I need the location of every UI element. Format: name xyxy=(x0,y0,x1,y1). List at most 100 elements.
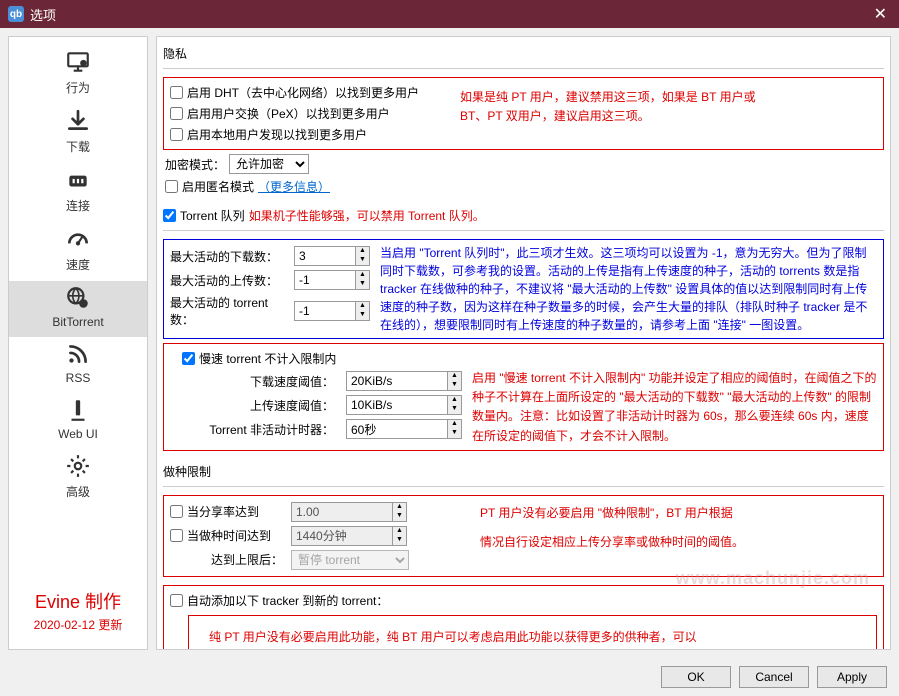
anon-more-link[interactable]: （更多信息） xyxy=(258,178,330,195)
sidebar-item-rss[interactable]: RSS xyxy=(9,337,147,393)
dl-thr-label: 下载速度阈值： xyxy=(200,373,342,390)
queue-tip: 如果机子性能够强，可以禁用 Torrent 队列。 xyxy=(249,207,485,224)
pex-label: 启用用户交换（PeX）以找到更多用户 xyxy=(187,105,390,122)
sidebar-label: 行为 xyxy=(66,81,90,95)
reach-select[interactable]: 暂停 torrent xyxy=(291,550,409,570)
queue-checkbox[interactable] xyxy=(163,209,176,222)
sidebar-item-webui[interactable]: Web UI xyxy=(9,393,147,449)
pex-checkbox[interactable] xyxy=(170,107,183,120)
up-thr-label: 上传速度阈值： xyxy=(200,397,342,414)
sidebar-label: RSS xyxy=(66,371,91,385)
sidebar-label: 高级 xyxy=(66,485,90,499)
queue-bluebox: 最大活动的下载数： ▲▼ 最大活动的上传数： ▲▼ 最大活动的 torrent … xyxy=(163,239,884,339)
rss-icon xyxy=(9,341,147,369)
slow-redbox: 慢速 torrent 不计入限制内 下载速度阈值： ▲▼ 上传速度阈值： ▲▼ … xyxy=(163,343,884,451)
spin-up-icon[interactable]: ▲ xyxy=(356,271,369,280)
spin-down-icon[interactable]: ▼ xyxy=(356,280,369,289)
tracker-redbox: 自动添加以下 tracker 到新的 torrent： 纯 PT 用户没有必要启… xyxy=(163,585,884,650)
slow-label: 慢速 torrent 不计入限制内 xyxy=(199,350,336,367)
anon-label: 启用匿名模式 xyxy=(182,178,254,195)
sidebar-item-speed[interactable]: 速度 xyxy=(9,222,147,281)
anon-checkbox[interactable] xyxy=(165,180,178,193)
monitor-icon xyxy=(9,49,147,77)
sidebar: 行为 下载 连接 速度 BitTorrent RSS xyxy=(8,36,148,650)
privacy-title: 隐私 xyxy=(163,43,884,64)
spin-down-icon[interactable]: ▼ xyxy=(356,311,369,320)
reach-label: 达到上限后： xyxy=(170,551,287,568)
inact-spinner[interactable]: ▲▼ xyxy=(346,419,462,439)
close-icon[interactable]: ✕ xyxy=(870,4,891,24)
seedtime-label: 当做种时间达到 xyxy=(187,527,287,544)
seed-redbox: 当分享率达到 ▲▼ 当做种时间达到 ▲▼ 达到上限后： 暂停 torrent xyxy=(163,495,884,577)
spin-down-icon[interactable]: ▼ xyxy=(448,381,461,390)
spin-up-icon[interactable]: ▲ xyxy=(393,527,406,536)
tracker-checkbox[interactable] xyxy=(170,594,183,607)
sidebar-item-bittorrent[interactable]: BitTorrent xyxy=(9,281,147,337)
seedtime-checkbox[interactable] xyxy=(170,529,183,542)
ratio-label: 当分享率达到 xyxy=(187,503,287,520)
cancel-button[interactable]: Cancel xyxy=(739,666,809,688)
author-credit: Evine 制作 2020-02-12 更新 xyxy=(26,580,131,641)
queue-label: Torrent 队列 xyxy=(180,207,245,224)
max-up-spinner[interactable]: ▲▼ xyxy=(294,270,370,290)
privacy-redbox: 启用 DHT（去中心化网络）以找到更多用户 启用用户交换（PeX）以找到更多用户… xyxy=(163,77,884,150)
apply-button[interactable]: Apply xyxy=(817,666,887,688)
spin-up-icon[interactable]: ▲ xyxy=(448,372,461,381)
slow-note: 启用 "慢速 torrent 不计入限制内" 功能并设定了相应的阈值时，在阈值之… xyxy=(472,369,877,446)
tracker-label: 自动添加以下 tracker 到新的 torrent： xyxy=(187,592,388,609)
globe-gear-icon xyxy=(9,285,147,313)
max-up-label: 最大活动的上传数： xyxy=(170,272,290,289)
inact-label: Torrent 非活动计时器： xyxy=(200,421,342,438)
spin-down-icon[interactable]: ▼ xyxy=(448,405,461,414)
spin-up-icon[interactable]: ▲ xyxy=(356,302,369,311)
max-dl-spinner[interactable]: ▲▼ xyxy=(294,246,370,266)
sidebar-label: Web UI xyxy=(58,427,98,441)
max-dl-label: 最大活动的下载数： xyxy=(170,248,290,265)
seed-group: 做种限制 当分享率达到 ▲▼ 当做种时间达到 ▲▼ 达到上限后： 暂停 to xyxy=(163,461,884,577)
encryption-label: 加密模式： xyxy=(165,156,225,173)
spin-down-icon[interactable]: ▼ xyxy=(356,256,369,265)
seedtime-spinner[interactable]: ▲▼ xyxy=(291,526,407,546)
up-thr-spinner[interactable]: ▲▼ xyxy=(346,395,462,415)
privacy-group: 隐私 启用 DHT（去中心化网络）以找到更多用户 启用用户交换（PeX）以找到更… xyxy=(163,43,884,197)
queue-note: 当启用 "Torrent 队列时"，此三项才生效。这三项均可以设置为 -1，意为… xyxy=(380,244,877,334)
gauge-icon xyxy=(9,226,147,254)
download-icon xyxy=(9,108,147,136)
remote-icon xyxy=(9,397,147,425)
dht-checkbox[interactable] xyxy=(170,86,183,99)
footer: OK Cancel Apply xyxy=(0,658,899,696)
content-panel: 隐私 启用 DHT（去中心化网络）以找到更多用户 启用用户交换（PeX）以找到更… xyxy=(156,36,891,650)
sidebar-item-connection[interactable]: 连接 xyxy=(9,163,147,222)
window-title: 选项 xyxy=(30,5,870,24)
slow-checkbox[interactable] xyxy=(182,352,195,365)
sidebar-item-advanced[interactable]: 高级 xyxy=(9,449,147,508)
sidebar-label: BitTorrent xyxy=(52,315,103,329)
sidebar-label: 下载 xyxy=(66,140,90,154)
max-t-spinner[interactable]: ▲▼ xyxy=(294,301,370,321)
spin-down-icon[interactable]: ▼ xyxy=(393,536,406,545)
seed-title: 做种限制 xyxy=(163,461,884,482)
dht-label: 启用 DHT（去中心化网络）以找到更多用户 xyxy=(187,84,419,101)
dl-thr-spinner[interactable]: ▲▼ xyxy=(346,371,462,391)
titlebar: qb 选项 ✕ xyxy=(0,0,899,28)
spin-down-icon[interactable]: ▼ xyxy=(448,429,461,438)
sidebar-item-downloads[interactable]: 下载 xyxy=(9,104,147,163)
spin-up-icon[interactable]: ▲ xyxy=(448,420,461,429)
spin-up-icon[interactable]: ▲ xyxy=(448,396,461,405)
spin-up-icon[interactable]: ▲ xyxy=(356,247,369,256)
lpd-label: 启用本地用户发现以找到更多用户 xyxy=(187,126,367,143)
ratio-spinner[interactable]: ▲▼ xyxy=(291,502,407,522)
gear-icon xyxy=(9,453,147,481)
network-icon xyxy=(9,167,147,195)
spin-down-icon[interactable]: ▼ xyxy=(393,512,406,521)
sidebar-label: 速度 xyxy=(66,258,90,272)
lpd-checkbox[interactable] xyxy=(170,128,183,141)
max-t-label: 最大活动的 torrent 数： xyxy=(170,294,290,328)
encryption-select[interactable]: 允许加密 xyxy=(229,154,309,174)
app-icon: qb xyxy=(8,6,24,22)
ratio-checkbox[interactable] xyxy=(170,505,183,518)
sidebar-item-behavior[interactable]: 行为 xyxy=(9,45,147,104)
sidebar-label: 连接 xyxy=(66,199,90,213)
ok-button[interactable]: OK xyxy=(661,666,731,688)
spin-up-icon[interactable]: ▲ xyxy=(393,503,406,512)
